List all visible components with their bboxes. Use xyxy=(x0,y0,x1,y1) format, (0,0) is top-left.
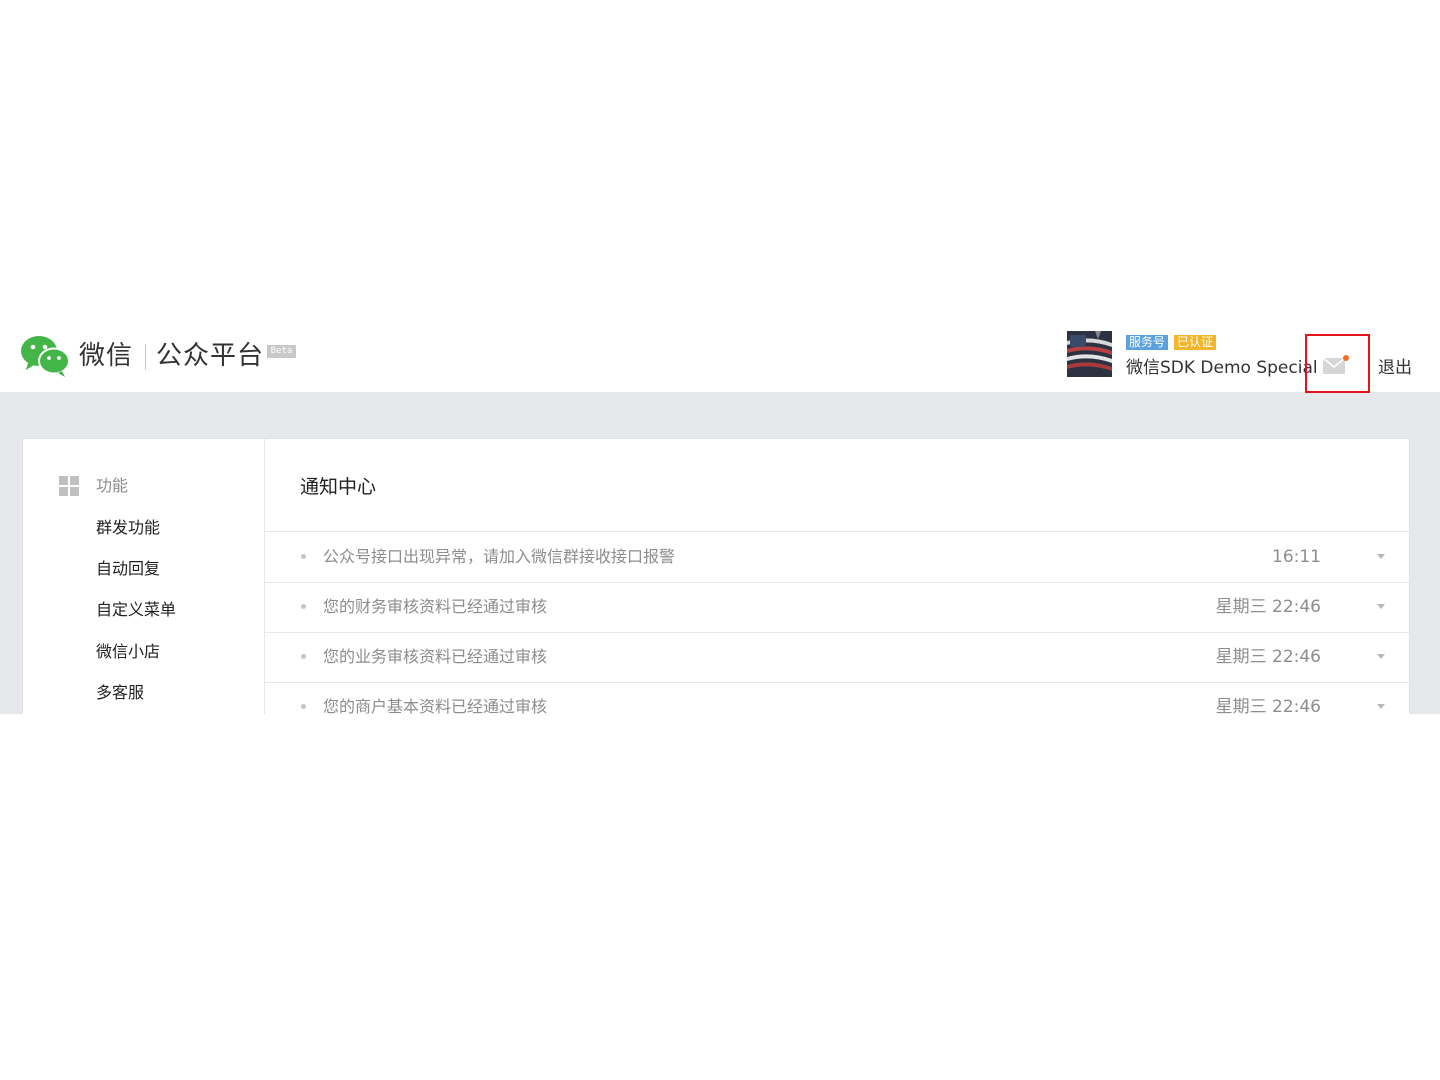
page-title: 通知中心 xyxy=(300,476,377,498)
flag-avatar-image xyxy=(1067,331,1112,377)
account-name[interactable]: 微信SDK Demo Special xyxy=(1126,356,1318,380)
notice-text: 您的商户基本资料已经通过审核 xyxy=(323,697,548,714)
top-header: 微信 公众平台 Beta 服务号 已认证 微信SDK Demo Special xyxy=(0,322,1440,393)
brand-divider xyxy=(145,344,146,370)
mail-icon xyxy=(1323,358,1345,374)
sidebar-item-mass-send[interactable]: 群发功能 xyxy=(96,517,160,539)
notification-center: 通知中心 公众号接口出现异常，请加入微信群接收接口报警 16:11 您的财务审核… xyxy=(265,439,1409,714)
sidebar-item-wechat-store[interactable]: 微信小店 xyxy=(96,641,160,663)
notice-bullet xyxy=(301,654,306,659)
account-type-badge: 服务号 xyxy=(1126,335,1169,350)
notice-bullet xyxy=(301,554,306,559)
sidebar: 功能 群发功能 自动回复 自定义菜单 微信小店 多客服 xyxy=(23,439,265,714)
mail-button[interactable] xyxy=(1305,334,1370,393)
grid-icon xyxy=(59,476,79,496)
brand-title: 微信 xyxy=(79,341,134,371)
verified-badge: 已认证 xyxy=(1174,335,1217,350)
chevron-down-icon[interactable] xyxy=(1377,604,1385,609)
notice-row[interactable]: 您的业务审核资料已经通过审核 星期三 22:46 xyxy=(265,632,1409,683)
main-panel: 功能 群发功能 自动回复 自定义菜单 微信小店 多客服 通知中心 公众号接口出现… xyxy=(22,438,1410,714)
sidebar-item-customer-service[interactable]: 多客服 xyxy=(96,682,144,704)
sidebar-section-title: 功能 xyxy=(96,476,129,495)
wechat-logo-icon[interactable] xyxy=(20,334,70,378)
notice-text: 公众号接口出现异常，请加入微信群接收接口报警 xyxy=(323,547,676,566)
notice-time: 星期三 22:46 xyxy=(1215,647,1321,667)
notice-row[interactable]: 您的财务审核资料已经通过审核 星期三 22:46 xyxy=(265,582,1409,633)
sidebar-item-custom-menu[interactable]: 自定义菜单 xyxy=(96,599,176,621)
notice-time: 16:11 xyxy=(1272,547,1321,567)
notice-text: 您的财务审核资料已经通过审核 xyxy=(323,597,548,616)
chevron-down-icon[interactable] xyxy=(1377,704,1385,709)
avatar[interactable] xyxy=(1067,331,1112,377)
notice-bullet xyxy=(301,704,306,709)
beta-badge: Beta xyxy=(267,345,296,358)
brand-subtitle: 公众平台 xyxy=(156,341,265,371)
screenshot-region: 微信 公众平台 Beta 服务号 已认证 微信SDK Demo Special xyxy=(0,322,1440,714)
notice-text: 您的业务审核资料已经通过审核 xyxy=(323,647,548,666)
unread-dot xyxy=(1343,355,1349,361)
logout-link[interactable]: 退出 xyxy=(1378,356,1412,380)
chevron-down-icon[interactable] xyxy=(1377,654,1385,659)
notice-time: 星期三 22:46 xyxy=(1215,597,1321,617)
chevron-down-icon[interactable] xyxy=(1377,554,1385,559)
sidebar-item-auto-reply[interactable]: 自动回复 xyxy=(96,558,160,580)
notice-bullet xyxy=(301,604,306,609)
notice-row[interactable]: 公众号接口出现异常，请加入微信群接收接口报警 16:11 xyxy=(265,532,1409,583)
notice-time: 星期三 22:46 xyxy=(1215,697,1321,714)
notice-row[interactable]: 您的商户基本资料已经通过审核 星期三 22:46 xyxy=(265,682,1409,714)
